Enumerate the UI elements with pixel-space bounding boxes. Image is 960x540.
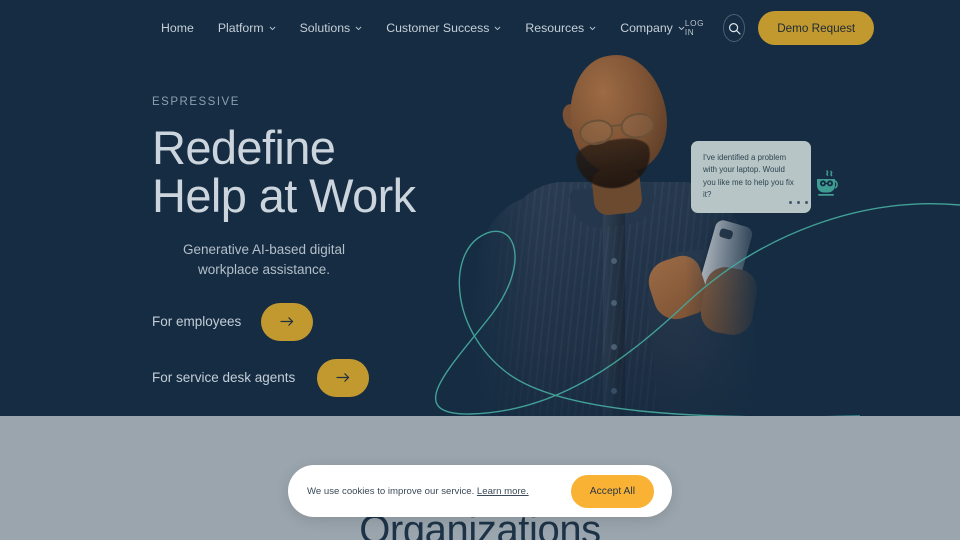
nav-link-label: Customer Success [386, 21, 490, 35]
typing-dot [805, 201, 808, 204]
top-navigation-bar: Espressive Home Platform Solutions Custo… [0, 0, 960, 56]
nav-link-label: Resources [525, 21, 585, 35]
cta-button-employees[interactable] [261, 302, 314, 341]
nav-links: Home Platform Solutions Customer Success… [161, 21, 685, 35]
hero-copy: ESPRESSIVE Redefine Help at Work Generat… [152, 96, 482, 397]
hero-heading-line-1: Redefine [152, 121, 336, 174]
typing-dot [797, 201, 800, 204]
nav-link-resources[interactable]: Resources [525, 21, 596, 35]
nav-link-label: Company [620, 21, 673, 35]
cookie-message-text: We use cookies to improve our service. [307, 485, 475, 497]
hero-section: I've identified a problem with your lapt… [0, 0, 960, 416]
page-root: I've identified a problem with your lapt… [0, 0, 960, 540]
nav-link-label: Platform [217, 21, 264, 35]
chevron-down-icon [494, 26, 501, 30]
chevron-down-icon [269, 26, 276, 30]
cta-label-service-desk-agents: For service desk agents [152, 370, 296, 386]
typing-dots-indicator [789, 201, 808, 204]
arrow-right-icon [336, 373, 350, 383]
page-title: Redefine Help at Work [152, 124, 482, 220]
accept-all-button[interactable]: Accept All [570, 474, 654, 508]
chevron-down-icon [678, 26, 685, 30]
search-icon [728, 22, 741, 35]
cookie-message: We use cookies to improve our service. L… [307, 486, 529, 497]
hero-subheading: Generative AI-based digital workplace as… [182, 241, 346, 278]
chevron-down-icon [355, 26, 362, 30]
nav-link-company[interactable]: Company [620, 21, 685, 35]
hero-heading-line-2: Help at Work [152, 168, 416, 222]
cookie-consent-banner: We use cookies to improve our service. L… [288, 465, 672, 517]
nav-link-label: Solutions [299, 21, 351, 35]
typing-dot [789, 201, 792, 204]
nav-link-label: Home [161, 21, 194, 35]
nav-link-home[interactable]: Home [161, 21, 194, 35]
cta-row-employees: For employees [152, 302, 482, 341]
search-button[interactable] [722, 14, 746, 42]
espresso-cup-mascot-icon [817, 170, 838, 196]
nav-link-customer-success[interactable]: Customer Success [386, 21, 501, 35]
cta-label-employees: For employees [152, 314, 242, 330]
cta-button-service-desk-agents[interactable] [317, 358, 370, 397]
cookie-learn-more-link[interactable]: Learn more. [477, 486, 529, 497]
login-link[interactable]: LOG IN [685, 19, 710, 37]
nav-link-solutions[interactable]: Solutions [300, 21, 363, 35]
chevron-down-icon [589, 26, 596, 30]
nav-right-actions: LOG IN Demo Request [685, 11, 875, 45]
arrow-right-icon [280, 317, 294, 327]
hero-eyebrow: ESPRESSIVE [152, 96, 240, 108]
demo-request-button[interactable]: Demo Request [758, 11, 875, 45]
cta-row-service-desk-agents: For service desk agents [152, 358, 482, 397]
nav-link-platform[interactable]: Platform [218, 21, 276, 35]
